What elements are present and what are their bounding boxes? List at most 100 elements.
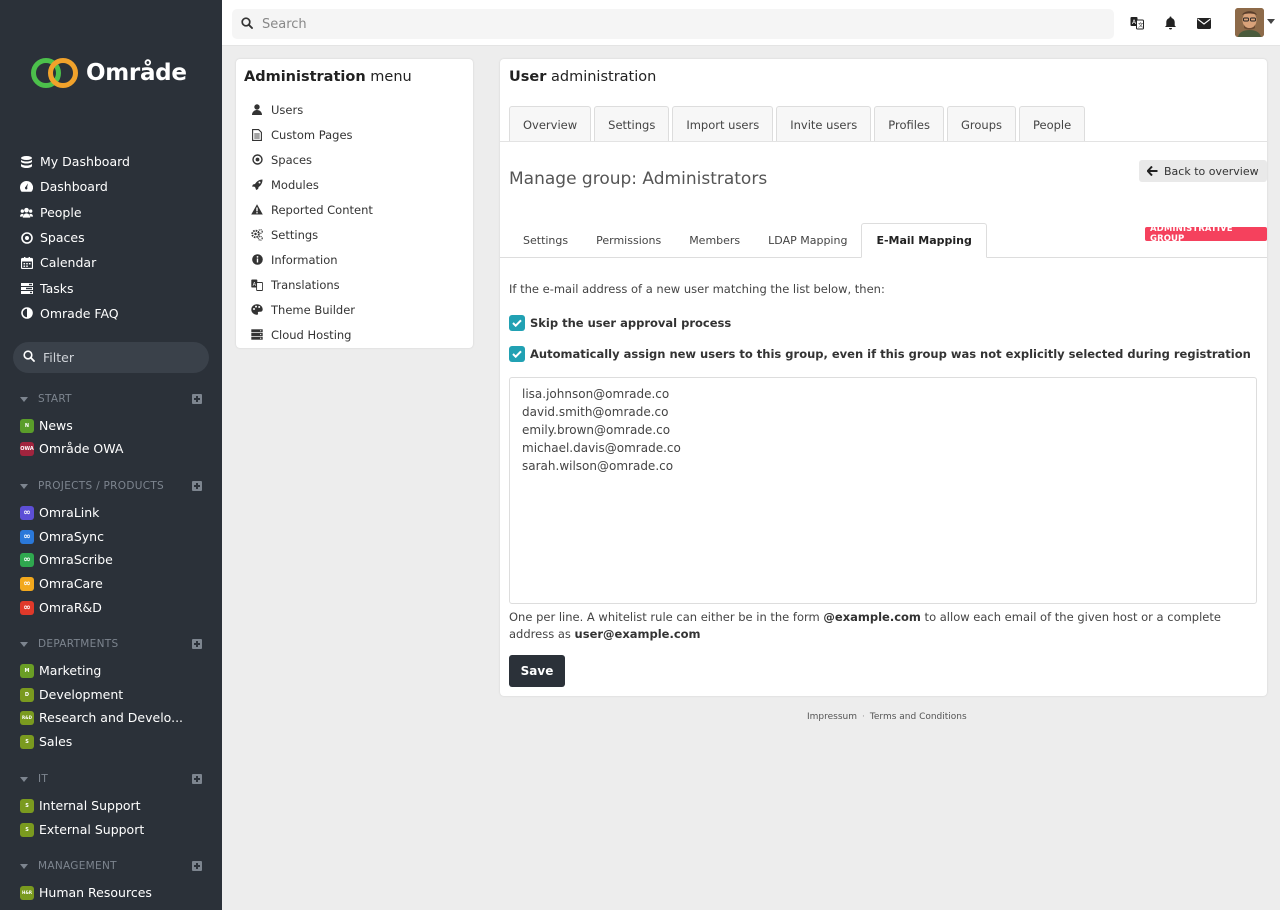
panel-title: User administration	[509, 69, 657, 85]
space-label: OmraSync	[39, 529, 104, 544]
cogs-icon	[251, 228, 263, 241]
nav-item-dashboard[interactable]: Dashboard	[0, 174, 222, 199]
space-item-internal-support[interactable]: S Internal Support	[20, 798, 141, 813]
section-start[interactable]: START	[20, 393, 202, 405]
space-item-omrasync[interactable]: ∞ OmraSync	[20, 529, 104, 544]
nav-item-my-dashboard[interactable]: My Dashboard	[0, 149, 222, 174]
section-projects[interactable]: PROJECTS / PRODUCTS	[20, 480, 202, 492]
subtab-members[interactable]: Members	[675, 223, 754, 258]
palette-icon	[251, 304, 263, 316]
space-item-omrade-owa[interactable]: OWA Område OWA	[20, 441, 123, 456]
space-label: Development	[39, 687, 124, 702]
space-item-omrard[interactable]: ∞ OmraR&D	[20, 600, 102, 615]
tab-profiles[interactable]: Profiles	[874, 106, 944, 142]
space-item-news[interactable]: N News	[20, 418, 73, 433]
back-to-overview-button[interactable]: Back to overview	[1139, 160, 1267, 182]
logo[interactable]: Område	[30, 56, 187, 90]
search-field[interactable]	[232, 9, 1114, 39]
search-icon	[23, 350, 35, 365]
footer: Impressum · Terms and Conditions	[807, 712, 967, 722]
sidebar: Område My Dashboard Dashboard People Spa…	[0, 0, 222, 910]
space-item-omralink[interactable]: ∞ OmraLink	[20, 505, 99, 520]
nav-item-tasks[interactable]: Tasks	[0, 275, 222, 300]
email-whitelist-textarea[interactable]: lisa.johnson@omrade.co david.smith@omrad…	[509, 377, 1257, 604]
admin-item-information[interactable]: Information	[251, 247, 373, 272]
add-space-icon[interactable]	[192, 861, 202, 871]
space-label: OmraLink	[39, 505, 100, 520]
envelope-icon[interactable]	[1197, 16, 1211, 30]
space-item-omracare[interactable]: ∞ OmraCare	[20, 576, 103, 591]
skip-approval-checkbox-row[interactable]: Skip the user approval process	[509, 315, 731, 331]
tab-invite-users[interactable]: Invite users	[776, 106, 872, 142]
collapse-icon[interactable]	[20, 396, 28, 402]
nav-label: Tasks	[40, 280, 74, 296]
section-it[interactable]: IT	[20, 773, 202, 785]
info-icon	[251, 254, 263, 266]
checkbox-label: Automatically assign new users to this g…	[530, 347, 1251, 361]
subtab-email-mapping[interactable]: E-Mail Mapping	[861, 223, 987, 258]
add-space-icon[interactable]	[192, 481, 202, 491]
collapse-icon[interactable]	[20, 483, 28, 489]
subtab-settings[interactable]: Settings	[509, 223, 582, 258]
space-item-marketing[interactable]: M Marketing	[20, 663, 101, 678]
space-item-research[interactable]: R&D Research and Develo...	[20, 710, 183, 725]
add-space-icon[interactable]	[192, 394, 202, 404]
admin-item-spaces[interactable]: Spaces	[251, 147, 373, 172]
filter-input[interactable]	[43, 350, 193, 365]
admin-item-translations[interactable]: A Translations	[251, 272, 373, 297]
section-title: PROJECTS / PRODUCTS	[38, 480, 165, 492]
space-badge: D	[20, 687, 34, 702]
space-item-sales[interactable]: S Sales	[20, 734, 72, 749]
checkbox-checked[interactable]	[509, 346, 525, 362]
space-badge: S	[20, 798, 34, 813]
nav-item-omrade-faq[interactable]: Omrade FAQ	[0, 301, 222, 326]
admin-item-label: Modules	[271, 177, 319, 192]
terms-link[interactable]: Terms and Conditions	[870, 712, 967, 722]
tab-import-users[interactable]: Import users	[672, 106, 774, 142]
admin-item-theme-builder[interactable]: Theme Builder	[251, 297, 373, 322]
checkbox-checked[interactable]	[509, 315, 525, 331]
admin-item-reported-content[interactable]: Reported Content	[251, 197, 373, 222]
add-space-icon[interactable]	[192, 639, 202, 649]
admin-item-custom-pages[interactable]: Custom Pages	[251, 122, 373, 147]
nav-item-calendar[interactable]: Calendar	[0, 250, 222, 275]
collapse-icon[interactable]	[20, 776, 28, 782]
admin-item-label: Users	[271, 102, 304, 117]
nav-item-people[interactable]: People	[0, 200, 222, 225]
impressum-link[interactable]: Impressum	[807, 712, 857, 722]
translate-icon[interactable]: A文	[1130, 16, 1144, 30]
admin-item-cloud-hosting[interactable]: Cloud Hosting	[251, 322, 373, 347]
collapse-icon[interactable]	[20, 641, 28, 647]
space-item-development[interactable]: D Development	[20, 687, 123, 702]
tab-people[interactable]: People	[1019, 106, 1086, 142]
space-badge: ∞	[20, 552, 34, 567]
admin-item-modules[interactable]: Modules	[251, 172, 373, 197]
section-management[interactable]: MANAGEMENT	[20, 860, 202, 872]
admin-item-users[interactable]: Users	[251, 97, 373, 122]
collapse-icon[interactable]	[20, 863, 28, 869]
space-item-human-resources[interactable]: H&R Human Resources	[20, 885, 152, 900]
space-label: Område OWA	[39, 441, 124, 456]
bell-icon[interactable]	[1163, 16, 1177, 30]
tab-groups[interactable]: Groups	[946, 106, 1016, 142]
logo-icon	[31, 58, 78, 88]
search-input[interactable]	[262, 16, 1062, 32]
admin-item-label: Settings	[271, 227, 319, 242]
auto-assign-checkbox-row[interactable]: Automatically assign new users to this g…	[509, 346, 1251, 362]
add-space-icon[interactable]	[192, 774, 202, 784]
save-button[interactable]: Save	[509, 655, 565, 687]
avatar[interactable]	[1235, 8, 1264, 37]
subtab-ldap-mapping[interactable]: LDAP Mapping	[754, 223, 861, 258]
admin-item-label: Spaces	[271, 152, 313, 167]
nav-item-spaces[interactable]: Spaces	[0, 225, 222, 250]
space-item-omrascribe[interactable]: ∞ OmraScribe	[20, 552, 113, 567]
admin-item-settings[interactable]: Settings	[251, 222, 373, 247]
space-badge: ∞	[20, 576, 34, 591]
filter-field[interactable]	[13, 342, 209, 373]
tab-settings[interactable]: Settings	[594, 106, 670, 142]
section-departments[interactable]: DEPARTMENTS	[20, 638, 202, 650]
tab-overview[interactable]: Overview	[509, 106, 592, 142]
subtab-permissions[interactable]: Permissions	[582, 223, 675, 258]
space-item-external-support[interactable]: S External Support	[20, 822, 144, 837]
chevron-down-icon[interactable]	[1267, 19, 1275, 24]
